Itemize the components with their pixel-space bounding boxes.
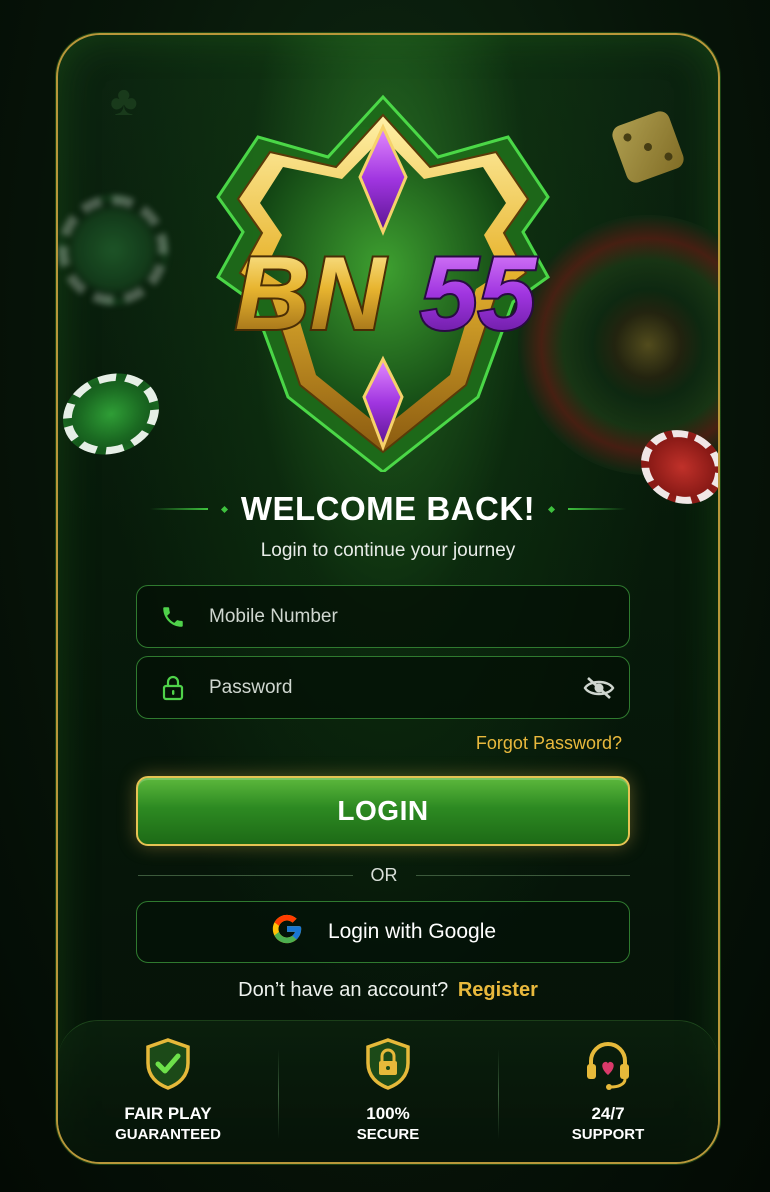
feature-title: 24/7 — [591, 1104, 625, 1123]
google-icon — [270, 912, 304, 952]
divider-dot — [220, 505, 228, 513]
login-with-google-button[interactable]: Login with Google — [136, 901, 630, 963]
forgot-password-link[interactable]: Forgot Password? — [476, 733, 622, 754]
eye-off-icon[interactable] — [569, 676, 629, 700]
logo-text-55: 55 — [420, 236, 538, 352]
feature-secure: 100% SECURE — [278, 1021, 498, 1162]
feature-fair-play: FAIR PLAY GUARANTEED — [58, 1021, 278, 1162]
logo-text-bn: BN — [235, 236, 387, 352]
poker-chip-decoration — [58, 360, 171, 468]
headset-icon — [581, 1037, 635, 1096]
mobile-number-input[interactable] — [209, 605, 629, 628]
divider-line — [149, 508, 208, 510]
phone-icon — [137, 604, 209, 630]
divider-dot — [548, 505, 556, 513]
password-field[interactable] — [136, 656, 630, 719]
divider-line — [138, 875, 353, 876]
club-suit-icon: ♣ — [110, 77, 138, 124]
password-input[interactable] — [209, 676, 569, 699]
divider-line — [568, 508, 627, 510]
login-button[interactable]: LOGIN — [136, 776, 630, 846]
or-label: OR — [370, 865, 398, 885]
or-divider: OR — [138, 865, 630, 886]
dice-decoration — [609, 108, 687, 186]
register-prompt: Don’t have an account? Register — [58, 979, 718, 1002]
lock-icon — [137, 675, 209, 701]
google-button-label: Login with Google — [327, 920, 497, 943]
welcome-section: WELCOME BACK! Login to continue your jou… — [58, 490, 718, 562]
welcome-subtitle: Login to continue your journey — [260, 540, 516, 561]
feature-subtitle: GUARANTEED — [115, 1126, 221, 1143]
bn55-logo: BN 55 — [216, 94, 550, 472]
login-card: ♣ BN 55 WELCOME BACK! Login to continue … — [56, 33, 720, 1164]
register-link[interactable]: Register — [458, 979, 538, 1001]
feature-title: 100% — [366, 1104, 410, 1123]
feature-subtitle: SUPPORT — [571, 1126, 645, 1143]
feature-title: FAIR PLAY — [124, 1104, 212, 1123]
features-bar: FAIR PLAY GUARANTEED 100% SECURE 24/7 SU… — [58, 1020, 718, 1162]
feature-subtitle: SECURE — [356, 1126, 420, 1143]
divider-line — [415, 875, 630, 876]
welcome-heading: WELCOME BACK! — [149, 490, 627, 528]
welcome-title: WELCOME BACK! — [240, 490, 536, 527]
register-prompt-text: Don’t have an account? — [238, 979, 449, 1001]
shield-check-icon — [144, 1037, 192, 1096]
mobile-number-field[interactable] — [136, 585, 630, 648]
feature-support: 24/7 SUPPORT — [498, 1021, 718, 1162]
shield-lock-icon — [364, 1037, 412, 1096]
poker-chip-decoration — [58, 195, 168, 305]
